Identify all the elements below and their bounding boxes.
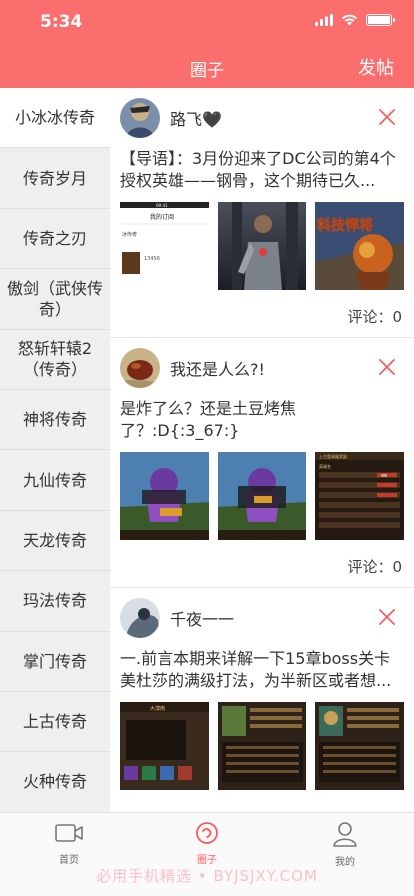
- thumb-number: 13456: [144, 256, 160, 262]
- tab-circle[interactable]: 圈子: [167, 821, 247, 866]
- avatar[interactable]: [120, 348, 160, 388]
- thumb-title: 我的订阅: [150, 213, 174, 221]
- thumb-claim: 领取: [381, 473, 387, 478]
- post-feed: 路飞🖤 【导语】：3月份迎来了DC公司的第4个授权英雄——钢骨，这个期待已久..…: [110, 88, 414, 812]
- thumb-game-title: 科技悍将: [317, 217, 373, 234]
- comment-label: 评论：: [347, 558, 393, 576]
- sidebar-item-nuzhan-xuanyuan[interactable]: 怒斩轩辕2（传奇）: [0, 330, 110, 390]
- battery-icon: [366, 14, 395, 26]
- post-image[interactable]: [217, 452, 307, 540]
- post-image[interactable]: [217, 702, 307, 790]
- sidebar-item-shanggu[interactable]: 上古传奇: [0, 692, 110, 753]
- comment-label: 评论：: [347, 308, 393, 326]
- post-excerpt[interactable]: 【导语】：3月份迎来了DC公司的第4个授权英雄——钢骨，这个期待已久...: [120, 148, 404, 192]
- wifi-icon: [342, 14, 357, 26]
- comment-value: 0: [392, 558, 402, 576]
- close-icon[interactable]: [378, 358, 396, 376]
- signal-icon: [315, 14, 333, 26]
- post-username[interactable]: 路飞🖤: [170, 106, 222, 130]
- sidebar-item-chuanqi-zhiren[interactable]: 传奇之刃: [0, 209, 110, 270]
- post-card[interactable]: 千夜一一 一.前言本期来详解一下15章boss关卡美杜莎的满级打法，为半新区或者…: [110, 588, 414, 812]
- tab-profile[interactable]: 我的: [305, 821, 385, 868]
- post-excerpt[interactable]: 是炸了么？还是土豆烤焦了？:D{:3_67:}: [120, 398, 404, 442]
- sidebar-item-tianlong[interactable]: 天龙传奇: [0, 511, 110, 572]
- screen: 5:34 圈子 发帖 小冰冰传奇 传奇岁月 传奇之刃 傲剑（武侠传奇） 怒斩轩辕…: [0, 0, 414, 896]
- watermark: 必用手机精选 • BYJSJXY.COM: [96, 867, 318, 885]
- post-images: 大漠南: [120, 702, 405, 790]
- thumb-subtitle: 冰传奇: [122, 231, 137, 238]
- post-image[interactable]: 09:41 我的订阅 冰传奇 13456: [120, 202, 209, 290]
- sidebar-item-jiuxian[interactable]: 九仙传奇: [0, 450, 110, 511]
- bottom-tab-bar: 首页 圈子 我的 必用手机精选 • BYJSJXY.COM: [0, 812, 414, 896]
- sidebar-item-huozhong[interactable]: 火种传奇: [0, 752, 110, 812]
- post-image[interactable]: [120, 452, 209, 540]
- close-icon[interactable]: [378, 108, 396, 126]
- sidebar-item-chuanqi-suiyue[interactable]: 传奇岁月: [0, 148, 110, 209]
- thumb-time: 09:41: [156, 203, 168, 208]
- thumb-hero-name: 英雄名: [319, 463, 331, 469]
- comment-value: 0: [392, 308, 402, 326]
- post-card[interactable]: 我还是人么?! 是炸了么？还是土豆烤焦了？:D{:3_67:} 上古登录器奖励 …: [110, 338, 414, 588]
- post-image[interactable]: [217, 202, 307, 290]
- status-icons: [315, 14, 395, 26]
- thumb-map-name: 大漠南: [150, 705, 165, 712]
- status-time: 5:34: [40, 12, 83, 32]
- comment-count[interactable]: 评论：0: [347, 306, 402, 327]
- header-bar: 5:34 圈子 发帖: [0, 0, 414, 88]
- close-icon[interactable]: [378, 608, 396, 626]
- thumb-reward-title: 上古登录器奖励: [319, 453, 347, 459]
- sidebar-item-aojian[interactable]: 傲剑（武侠传奇）: [0, 269, 110, 330]
- post-images: 09:41 我的订阅 冰传奇 13456 科技悍将: [120, 202, 405, 290]
- post-username[interactable]: 千夜一一: [170, 606, 234, 630]
- avatar[interactable]: [120, 598, 160, 638]
- post-images: 上古登录器奖励 英雄名 领取: [120, 452, 405, 540]
- avatar[interactable]: [120, 98, 160, 138]
- post-image[interactable]: 大漠南: [120, 702, 209, 790]
- circle-icon: [196, 822, 218, 844]
- post-image[interactable]: [315, 702, 405, 790]
- comment-count[interactable]: 评论：0: [347, 556, 402, 577]
- sidebar-item-mafa[interactable]: 玛法传奇: [0, 571, 110, 632]
- post-button[interactable]: 发帖: [358, 54, 394, 80]
- post-username[interactable]: 我还是人么?!: [170, 356, 265, 380]
- post-excerpt[interactable]: 一.前言本期来详解一下15章boss关卡美杜莎的满级打法，为半新区或者想...: [120, 648, 404, 692]
- sidebar-item-shenjiang[interactable]: 神将传奇: [0, 390, 110, 451]
- page-title: 圈子: [190, 61, 224, 81]
- game-category-sidebar: 小冰冰传奇 传奇岁月 传奇之刃 傲剑（武侠传奇） 怒斩轩辕2（传奇） 神将传奇 …: [0, 88, 110, 812]
- tab-home[interactable]: 首页: [29, 821, 109, 866]
- user-icon: [333, 822, 357, 847]
- post-image[interactable]: 上古登录器奖励 英雄名 领取: [315, 452, 405, 540]
- sidebar-item-xiaobingbing[interactable]: 小冰冰传奇: [0, 88, 110, 149]
- sidebar-item-zhangmen[interactable]: 掌门传奇: [0, 632, 110, 692]
- post-card[interactable]: 路飞🖤 【导语】：3月份迎来了DC公司的第4个授权英雄——钢骨，这个期待已久..…: [110, 88, 414, 338]
- post-image[interactable]: 科技悍将: [315, 202, 405, 290]
- video-camera-icon: [55, 824, 83, 842]
